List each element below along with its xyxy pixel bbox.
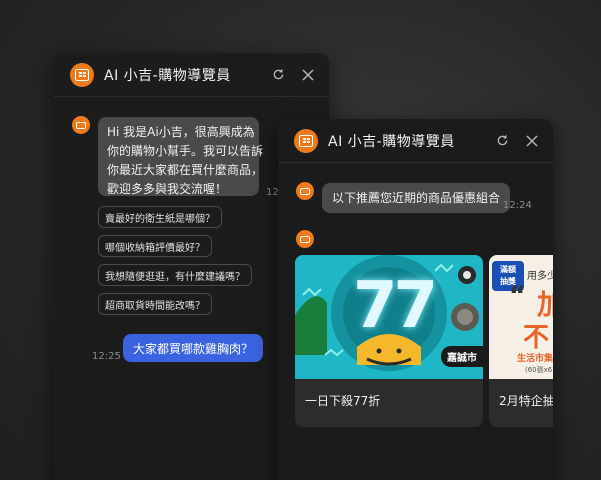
refresh-icon[interactable]: [271, 68, 285, 82]
suggestion-chip[interactable]: 哪個收納箱評價最好？: [98, 235, 212, 257]
chat-header: AI 小吉-購物導覽員: [54, 53, 329, 97]
chat-header: AI 小吉-購物導覽員: [278, 119, 553, 163]
bot-avatar-icon: [296, 182, 314, 200]
user-message-bubble: 大家都買哪款雞胸肉？: [123, 334, 264, 362]
bot-avatar-icon: [296, 230, 314, 248]
chat-title: AI 小吉-購物導覽員: [328, 133, 455, 150]
greeting-bubble: Hi 我是Ai小吉，很高興成為 你的購物小幫手。我可以告訴 你最近大家都在買什麼…: [98, 117, 264, 196]
product-card-label: 2月特企抽i: [499, 394, 553, 408]
promo-subtext: 生活市集: [517, 354, 553, 364]
message-timestamp: 12:24: [503, 200, 532, 211]
product-image: 滿額 抽獎 用多少 “ 加 不 生活市集 (60張x6: [489, 255, 553, 379]
suggestion-chip[interactable]: 我想隨便逛逛，有什麼建議嗎？: [98, 264, 252, 286]
refresh-icon[interactable]: [495, 134, 509, 148]
brand-logo-icon: [70, 62, 94, 87]
quote-icon: “: [509, 281, 527, 311]
greeting-line: Hi 我是Ai小吉，很高興成為: [107, 125, 255, 139]
product-image: 77 嘉誠市: [295, 255, 483, 379]
product-card-label: 一日下殺77折: [305, 394, 381, 408]
bot-avatar-icon: [72, 116, 90, 134]
suggestion-chip[interactable]: 賣最好的衛生紙是哪個？: [98, 206, 222, 228]
greeting-line: 你的購物小幫手。我可以告訴: [107, 144, 264, 158]
close-icon[interactable]: [301, 68, 315, 82]
badge-text: 滿額: [500, 265, 516, 274]
greeting-line: 你最近大家都在買什麼商品，: [107, 163, 264, 177]
chat-window-front: AI 小吉-購物導覽員 以下推薦您近期的商品優惠組合 12:24 77 嘉誠市 …: [278, 119, 553, 480]
bot-message-bubble: 以下推薦您近期的商品優惠組合: [322, 183, 511, 213]
promo-big-number: 77: [353, 269, 438, 343]
store-tag: 嘉誠市: [441, 346, 483, 367]
message-timestamp: 12:25: [92, 351, 121, 362]
promo-big-text: 不: [523, 323, 550, 353]
suggestion-chip[interactable]: 超商取貨時間能改嗎？: [98, 293, 212, 315]
close-icon[interactable]: [525, 134, 539, 148]
brand-logo-icon: [294, 128, 318, 153]
chat-title: AI 小吉-購物導覽員: [104, 67, 231, 84]
promo-headline: 用多少: [527, 271, 553, 282]
product-card[interactable]: 77 嘉誠市 一日下殺77折: [295, 255, 483, 427]
product-card[interactable]: 滿額 抽獎 用多少 “ 加 不 生活市集 (60張x6 2月特企抽i: [489, 255, 553, 427]
greeting-line: 歡迎多多與我交流喔！: [107, 182, 228, 196]
promo-note: (60張x6: [525, 366, 553, 374]
